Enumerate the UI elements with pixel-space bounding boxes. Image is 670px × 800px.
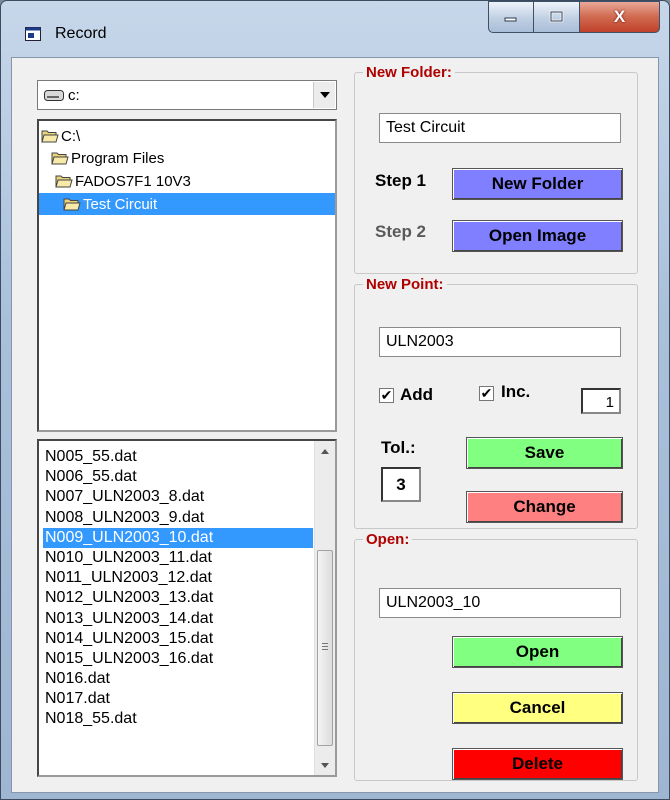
open-name-input[interactable]: ULN2003_10: [379, 588, 621, 618]
chevron-down-icon: [321, 762, 329, 768]
list-item[interactable]: N006_55.dat: [43, 467, 313, 487]
new-folder-button[interactable]: New Folder: [452, 168, 623, 200]
scroll-up-button[interactable]: [315, 441, 335, 461]
tree-item-program-files[interactable]: Program Files: [51, 147, 164, 169]
drive-select[interactable]: c:: [37, 80, 337, 110]
step2-label: Step 2: [375, 222, 427, 241]
change-button[interactable]: Change: [466, 491, 623, 523]
tree-item-fados[interactable]: FADOS7F1 10V3: [55, 170, 191, 192]
tree-item-label: C:\: [61, 127, 81, 145]
chevron-down-icon: [319, 92, 330, 98]
tol-label: Tol.:: [381, 438, 416, 457]
delete-button[interactable]: Delete: [452, 748, 623, 780]
dropdown-button[interactable]: [313, 82, 335, 108]
folder-name-input[interactable]: Test Circuit: [379, 113, 621, 143]
window-title: Record: [55, 25, 107, 42]
inc-label: Inc.: [501, 382, 531, 401]
file-list-items: N005_55.dat N006_55.dat N007_ULN2003_8.d…: [43, 447, 313, 730]
minimize-button[interactable]: [488, 1, 534, 33]
list-item[interactable]: N014_ULN2003_15.dat: [43, 629, 313, 649]
tree-item-label: FADOS7F1 10V3: [75, 172, 191, 190]
maximize-icon: [549, 10, 563, 23]
list-item[interactable]: N005_55.dat: [43, 447, 313, 467]
list-item[interactable]: N011_ULN2003_12.dat: [43, 568, 313, 588]
open-folder-icon: [55, 175, 73, 188]
list-item[interactable]: N008_ULN2003_9.dat: [43, 508, 313, 528]
open-image-button[interactable]: Open Image: [452, 220, 623, 252]
chevron-up-icon: [321, 448, 329, 454]
step1-label: Step 1: [375, 171, 427, 190]
list-item[interactable]: N010_ULN2003_11.dat: [43, 548, 313, 568]
list-item[interactable]: N007_ULN2003_8.dat: [43, 487, 313, 507]
tolerance-input[interactable]: 3: [381, 467, 421, 502]
close-icon: X: [613, 7, 626, 26]
list-item[interactable]: N012_ULN2003_13.dat: [43, 588, 313, 608]
open-folder-icon: [51, 152, 69, 165]
point-name-input[interactable]: ULN2003: [379, 327, 621, 357]
open-group: Open: ULN2003_10 Open Cancel Delete: [354, 531, 638, 781]
tree-item-label: Test Circuit: [83, 195, 158, 213]
new-folder-legend: New Folder:: [366, 64, 452, 81]
new-point-group: New Point: ULN2003 ✔ Add ✔ Inc. 1 Tol.: …: [354, 276, 638, 529]
list-item[interactable]: N016.dat: [43, 669, 313, 689]
new-point-legend: New Point:: [366, 276, 444, 293]
scrollbar-thumb[interactable]: [317, 550, 333, 746]
tree-item-label: Program Files: [71, 149, 165, 167]
open-button[interactable]: Open: [452, 636, 623, 668]
file-list[interactable]: N005_55.dat N006_55.dat N007_ULN2003_8.d…: [37, 439, 337, 777]
list-item[interactable]: N015_ULN2003_16.dat: [43, 649, 313, 669]
scroll-down-button[interactable]: [315, 755, 335, 775]
list-item-selected[interactable]: N009_ULN2003_10.dat: [43, 527, 313, 548]
maximize-button[interactable]: [534, 1, 580, 33]
add-checkbox[interactable]: ✔: [379, 388, 394, 403]
open-folder-icon: [63, 198, 81, 211]
minimize-icon: [504, 17, 517, 22]
list-item[interactable]: N018_55.dat: [43, 709, 313, 729]
inc-value-input[interactable]: 1: [581, 388, 621, 414]
record-window: Record X c: C:\ Program Files FADOS7F1 1…: [0, 0, 670, 800]
inc-checkbox[interactable]: ✔: [479, 386, 494, 401]
drive-icon: [44, 90, 64, 101]
tree-item-root[interactable]: C:\: [41, 125, 80, 147]
title-bar[interactable]: Record X: [1, 1, 669, 57]
add-label: Add: [400, 385, 434, 404]
save-button[interactable]: Save: [466, 437, 623, 469]
list-item[interactable]: N017.dat: [43, 689, 313, 709]
open-folder-icon: [41, 130, 59, 143]
new-folder-group: New Folder: Test Circuit Step 1 New Fold…: [354, 64, 638, 274]
open-legend: Open:: [366, 531, 410, 548]
app-icon: [25, 27, 41, 41]
drive-value: c:: [68, 87, 80, 104]
tree-item-test-circuit[interactable]: Test Circuit: [39, 193, 335, 215]
list-item[interactable]: N013_ULN2003_14.dat: [43, 609, 313, 629]
directory-tree[interactable]: C:\ Program Files FADOS7F1 10V3 Test Cir…: [37, 119, 337, 432]
cancel-button[interactable]: Cancel: [452, 692, 623, 724]
grip-icon: [322, 643, 328, 650]
dialog-client-area: c: C:\ Program Files FADOS7F1 10V3 Test …: [11, 57, 659, 793]
close-button[interactable]: X: [580, 1, 660, 33]
file-list-scrollbar[interactable]: [314, 441, 335, 775]
